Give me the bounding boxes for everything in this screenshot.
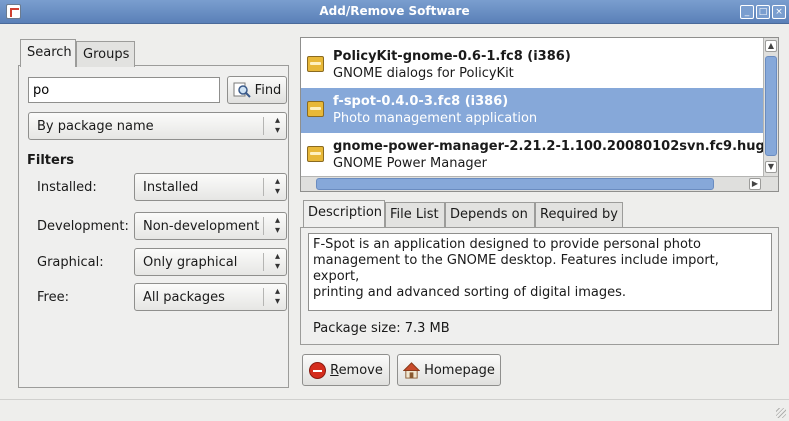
package-icon — [307, 56, 324, 72]
filter-free-label: Free: — [37, 290, 69, 305]
filters-heading: Filters — [27, 153, 74, 168]
list-item[interactable]: f-spot-0.4.0-3.fc8 (i386) Photo manageme… — [301, 88, 764, 133]
minimize-icon[interactable]: _ — [740, 5, 754, 19]
tab-depends-on[interactable]: Depends on — [445, 202, 535, 227]
filter-graphical-select[interactable]: Only graphical ▴ ▾ — [134, 248, 287, 276]
combo-separator — [263, 217, 264, 235]
package-list-vertical-scrollbar[interactable]: ▲ ▼ — [763, 38, 778, 176]
combo-separator — [263, 178, 264, 196]
combo-arrows-icon: ▴ ▾ — [274, 115, 280, 136]
package-name: gnome-power-manager-2.21.2-1.100.2008010… — [333, 139, 775, 154]
home-icon — [403, 361, 421, 379]
remove-button[interactable]: Remove — [302, 354, 390, 386]
filter-installed-label: Installed: — [37, 180, 97, 195]
combo-separator — [263, 253, 264, 271]
combo-arrows-icon: ▴ ▾ — [274, 286, 280, 307]
package-icon — [307, 101, 324, 117]
scroll-down-icon[interactable]: ▼ — [765, 161, 777, 173]
package-description: Photo management application — [333, 111, 538, 126]
description-line: printing and advanced sorting of digital… — [313, 285, 627, 300]
search-mode-select[interactable]: By package name ▴ ▾ — [28, 112, 287, 140]
filter-free-value: All packages — [143, 290, 225, 305]
tab-file-list[interactable]: File List — [385, 202, 445, 227]
close-icon[interactable]: × — [772, 5, 786, 19]
combo-arrows-icon: ▴ ▾ — [274, 176, 280, 197]
list-item[interactable]: gnome-power-manager-2.21.2-1.100.2008010… — [301, 133, 774, 178]
scroll-thumb[interactable] — [765, 56, 777, 156]
remove-icon — [309, 361, 327, 379]
package-list-horizontal-scrollbar[interactable]: ▶ — [301, 176, 778, 191]
find-button[interactable]: Find — [227, 76, 287, 104]
list-item[interactable]: PolicyKit-gnome-0.6-1.fc8 (i386) GNOME d… — [301, 43, 764, 88]
scroll-up-icon[interactable]: ▲ — [765, 40, 777, 52]
filter-installed-select[interactable]: Installed ▴ ▾ — [134, 173, 287, 201]
package-name: f-spot-0.4.0-3.fc8 (i386) — [333, 94, 509, 109]
tab-required-by[interactable]: Required by — [535, 202, 623, 227]
package-size: Package size: 7.3 MB — [313, 321, 450, 336]
combo-arrows-icon: ▴ ▾ — [274, 215, 280, 236]
description-line: F-Spot is an application designed to pro… — [313, 237, 701, 252]
combo-separator — [263, 117, 264, 135]
search-input[interactable] — [28, 77, 220, 103]
scroll-right-icon[interactable]: ▶ — [749, 178, 761, 190]
filter-development-value: Non-development — [143, 219, 260, 234]
filter-development-label: Development: — [37, 219, 129, 234]
filter-graphical-value: Only graphical — [143, 255, 238, 270]
search-mode-value: By package name — [37, 119, 154, 134]
remove-label: Remove — [330, 362, 383, 378]
package-name: PolicyKit-gnome-0.6-1.fc8 (i386) — [333, 49, 571, 64]
status-bar — [0, 399, 789, 421]
app-window: Add/Remove Software _ □ × Search Groups … — [0, 0, 789, 421]
scroll-thumb[interactable] — [316, 178, 714, 190]
title-bar: Add/Remove Software _ □ × — [0, 0, 789, 24]
package-icon — [307, 146, 324, 162]
filter-installed-value: Installed — [143, 180, 199, 195]
filter-development-select[interactable]: Non-development ▴ ▾ — [134, 212, 287, 240]
tab-groups[interactable]: Groups — [76, 41, 135, 67]
description-line: management to the GNOME desktop. Feature… — [313, 253, 719, 284]
combo-separator — [263, 288, 264, 306]
maximize-icon[interactable]: □ — [756, 5, 770, 19]
resize-grip-icon[interactable] — [776, 408, 786, 418]
package-description: GNOME dialogs for PolicyKit — [333, 66, 514, 81]
tab-search[interactable]: Search — [20, 39, 76, 67]
combo-arrows-icon: ▴ ▾ — [274, 251, 280, 272]
tab-description[interactable]: Description — [303, 200, 385, 228]
description-text: F-Spot is an application designed to pro… — [308, 233, 772, 311]
window-title: Add/Remove Software — [319, 4, 470, 18]
homepage-button[interactable]: Homepage — [397, 354, 501, 386]
package-list[interactable]: PolicyKit-gnome-0.6-1.fc8 (i386) GNOME d… — [300, 37, 779, 192]
find-label: Find — [254, 82, 282, 98]
filter-graphical-label: Graphical: — [37, 255, 104, 270]
magnifier-icon — [233, 82, 251, 98]
package-description: GNOME Power Manager — [333, 156, 488, 171]
homepage-label: Homepage — [424, 362, 495, 378]
filter-free-select[interactable]: All packages ▴ ▾ — [134, 283, 287, 311]
